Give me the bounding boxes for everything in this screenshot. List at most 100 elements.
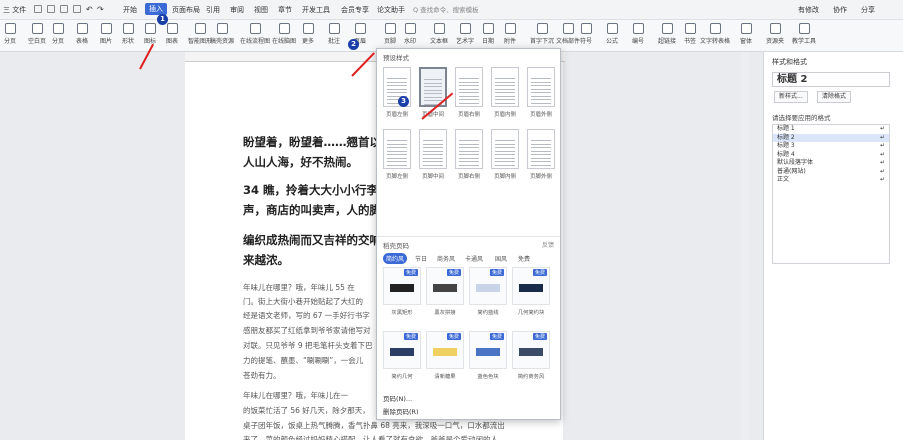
numbering-button[interactable]: 编号 [632, 23, 644, 45]
chart-button[interactable]: 图表 [166, 23, 178, 45]
current-style-field[interactable]: 标题 2 [772, 72, 890, 87]
file-menu[interactable]: 三 文件 [3, 5, 26, 15]
preset-thumb[interactable] [419, 129, 447, 169]
category-tab[interactable]: 节日 [415, 254, 427, 263]
page-number-template-card[interactable]: 免费 [426, 267, 464, 305]
template-preview [433, 284, 457, 292]
style-item[interactable]: 正文 ↵ [773, 176, 889, 185]
category-tab[interactable]: 简约风 [383, 253, 408, 264]
tab-home[interactable]: 开始 [123, 5, 137, 15]
teaching-tools-button[interactable]: 教学工具 [792, 23, 816, 45]
watermark-button[interactable]: 水印 [404, 23, 416, 45]
blank-page-button[interactable]: 空白页 [28, 23, 46, 45]
tab-member[interactable]: 会员专享 [341, 5, 369, 15]
textbox-button[interactable]: 文本框 [430, 23, 448, 45]
preset-thumb[interactable] [491, 67, 519, 107]
page-break-button[interactable]: 分页 [4, 23, 16, 45]
preset-thumb[interactable] [455, 67, 483, 107]
formula-button[interactable]: 公式 [606, 23, 618, 45]
category-tab[interactable]: 卡通风 [465, 254, 483, 263]
preset-thumb[interactable] [527, 129, 555, 169]
online-flowchart-button[interactable]: 在线流程图 [240, 23, 270, 45]
free-badge: 免费 [489, 269, 504, 276]
collaborate-button[interactable]: 协作 [833, 5, 847, 15]
icon-icon [144, 23, 156, 34]
drop-cap-button[interactable]: 首字下沉 [530, 23, 554, 45]
footer-button[interactable]: 页脚 [384, 23, 396, 45]
resources-button[interactable]: 资源夹 [766, 23, 784, 45]
docer-resources-button[interactable]: 稿壳资源 [210, 23, 234, 45]
tab-sections[interactable]: 章节 [278, 5, 292, 15]
page-number-template-card[interactable]: 免费 [383, 331, 421, 369]
category-tab[interactable]: 免费 [518, 254, 530, 263]
preset-thumb[interactable] [383, 129, 411, 169]
table-button[interactable]: 表格 [76, 23, 88, 45]
page-number-template-card[interactable]: 免费 [512, 267, 550, 305]
category-tab[interactable]: 国风 [495, 254, 507, 263]
section-break-button[interactable]: 分页 [52, 23, 64, 45]
body-text-line: 来了。菜的颜色经过妈妈精心搭配，让人看了就有食欲，爷爷是个爱动闲的人 [243, 435, 498, 440]
text-to-table-button[interactable]: 文字转表格 [700, 23, 730, 45]
redo-icon[interactable]: ↷ [97, 5, 105, 14]
picture-button[interactable]: 图片 [100, 23, 112, 45]
style-item[interactable]: 标题 2 ↵ [773, 133, 889, 142]
preview-icon[interactable] [73, 5, 81, 13]
step-marker: 2 [348, 39, 359, 50]
preset-thumb[interactable] [527, 67, 555, 107]
page-number-template-card[interactable]: 免费 [469, 331, 507, 369]
print-icon[interactable] [60, 5, 68, 13]
tab-references[interactable]: 引用 [206, 5, 220, 15]
form-button[interactable]: 窗体 [740, 23, 752, 45]
new-style-button[interactable]: 新样式... [774, 91, 808, 103]
search-input[interactable]: Q 查找命令、搜索模板 [413, 4, 503, 16]
page-number-template-card[interactable]: 免费 [383, 267, 421, 305]
bookmark-button[interactable]: 书签 [684, 23, 696, 45]
page-number-template-card[interactable]: 免费 [426, 331, 464, 369]
save-icon[interactable] [47, 5, 55, 13]
template-preview [519, 348, 543, 356]
vertical-scrollbar[interactable] [741, 52, 749, 440]
icon-button[interactable]: 图标 [144, 23, 156, 45]
preset-thumb[interactable] [491, 129, 519, 169]
shape-button[interactable]: 形状 [122, 23, 134, 45]
hyperlink-button[interactable]: 超链接 [658, 23, 676, 45]
online-mindmap-button[interactable]: 在线脑图 [272, 23, 296, 45]
style-item[interactable]: 标题 3 ↵ [773, 142, 889, 151]
tab-page-layout[interactable]: 页面布局 [172, 5, 200, 15]
template-label: 简约蓝线 [477, 310, 499, 316]
doc-heading: 34 瞧，拎着大大小小行李箱 [243, 183, 390, 197]
open-icon[interactable] [34, 5, 42, 13]
smart-art-button[interactable]: 智能图形 [188, 23, 212, 45]
style-item[interactable]: 默认段落字体 ↵ [773, 159, 889, 168]
page-number-settings[interactable]: 页码(N)... [383, 393, 412, 403]
style-item[interactable]: 标题 1 ↵ [773, 125, 889, 134]
feedback-link[interactable]: 反馈 [542, 240, 554, 249]
modified-status[interactable]: 有修改 [798, 5, 819, 15]
tab-developer[interactable]: 开发工具 [302, 5, 330, 15]
undo-icon[interactable]: ↶ [86, 5, 94, 14]
category-tab[interactable]: 商务风 [437, 254, 455, 263]
divider [377, 236, 560, 237]
doc-parts-button[interactable]: 文档部件 [556, 23, 580, 45]
wordart-button[interactable]: 艺术字 [456, 23, 474, 45]
textbox-icon [433, 23, 445, 34]
more-button[interactable]: 更多 [302, 23, 314, 45]
paragraph-mark-icon: ↵ [879, 159, 885, 166]
page-number-template-card[interactable]: 免费 [469, 267, 507, 305]
style-item[interactable]: 普通(网站) ↵ [773, 168, 889, 177]
paragraph-mark-icon: ↵ [879, 176, 885, 183]
tab-review[interactable]: 审阅 [230, 5, 244, 15]
delete-page-number[interactable]: 删除页码(R) [383, 406, 419, 416]
tab-view[interactable]: 视图 [254, 5, 268, 15]
preset-label: 页脚中间 [421, 174, 444, 180]
preset-thumb[interactable] [455, 129, 483, 169]
share-button[interactable]: 分享 [861, 5, 875, 15]
style-item[interactable]: 标题 4 ↵ [773, 151, 889, 160]
attachment-button[interactable]: 附件 [504, 23, 516, 45]
tab-paper-assistant[interactable]: 论文助手 [377, 5, 405, 15]
page-number-template-card[interactable]: 免费 [512, 331, 550, 369]
comment-button[interactable]: 批注 [328, 23, 340, 45]
date-button[interactable]: 日期 [482, 23, 494, 45]
clear-format-button[interactable]: 清除格式 [817, 91, 852, 103]
symbol-button[interactable]: 符号 [580, 23, 592, 45]
